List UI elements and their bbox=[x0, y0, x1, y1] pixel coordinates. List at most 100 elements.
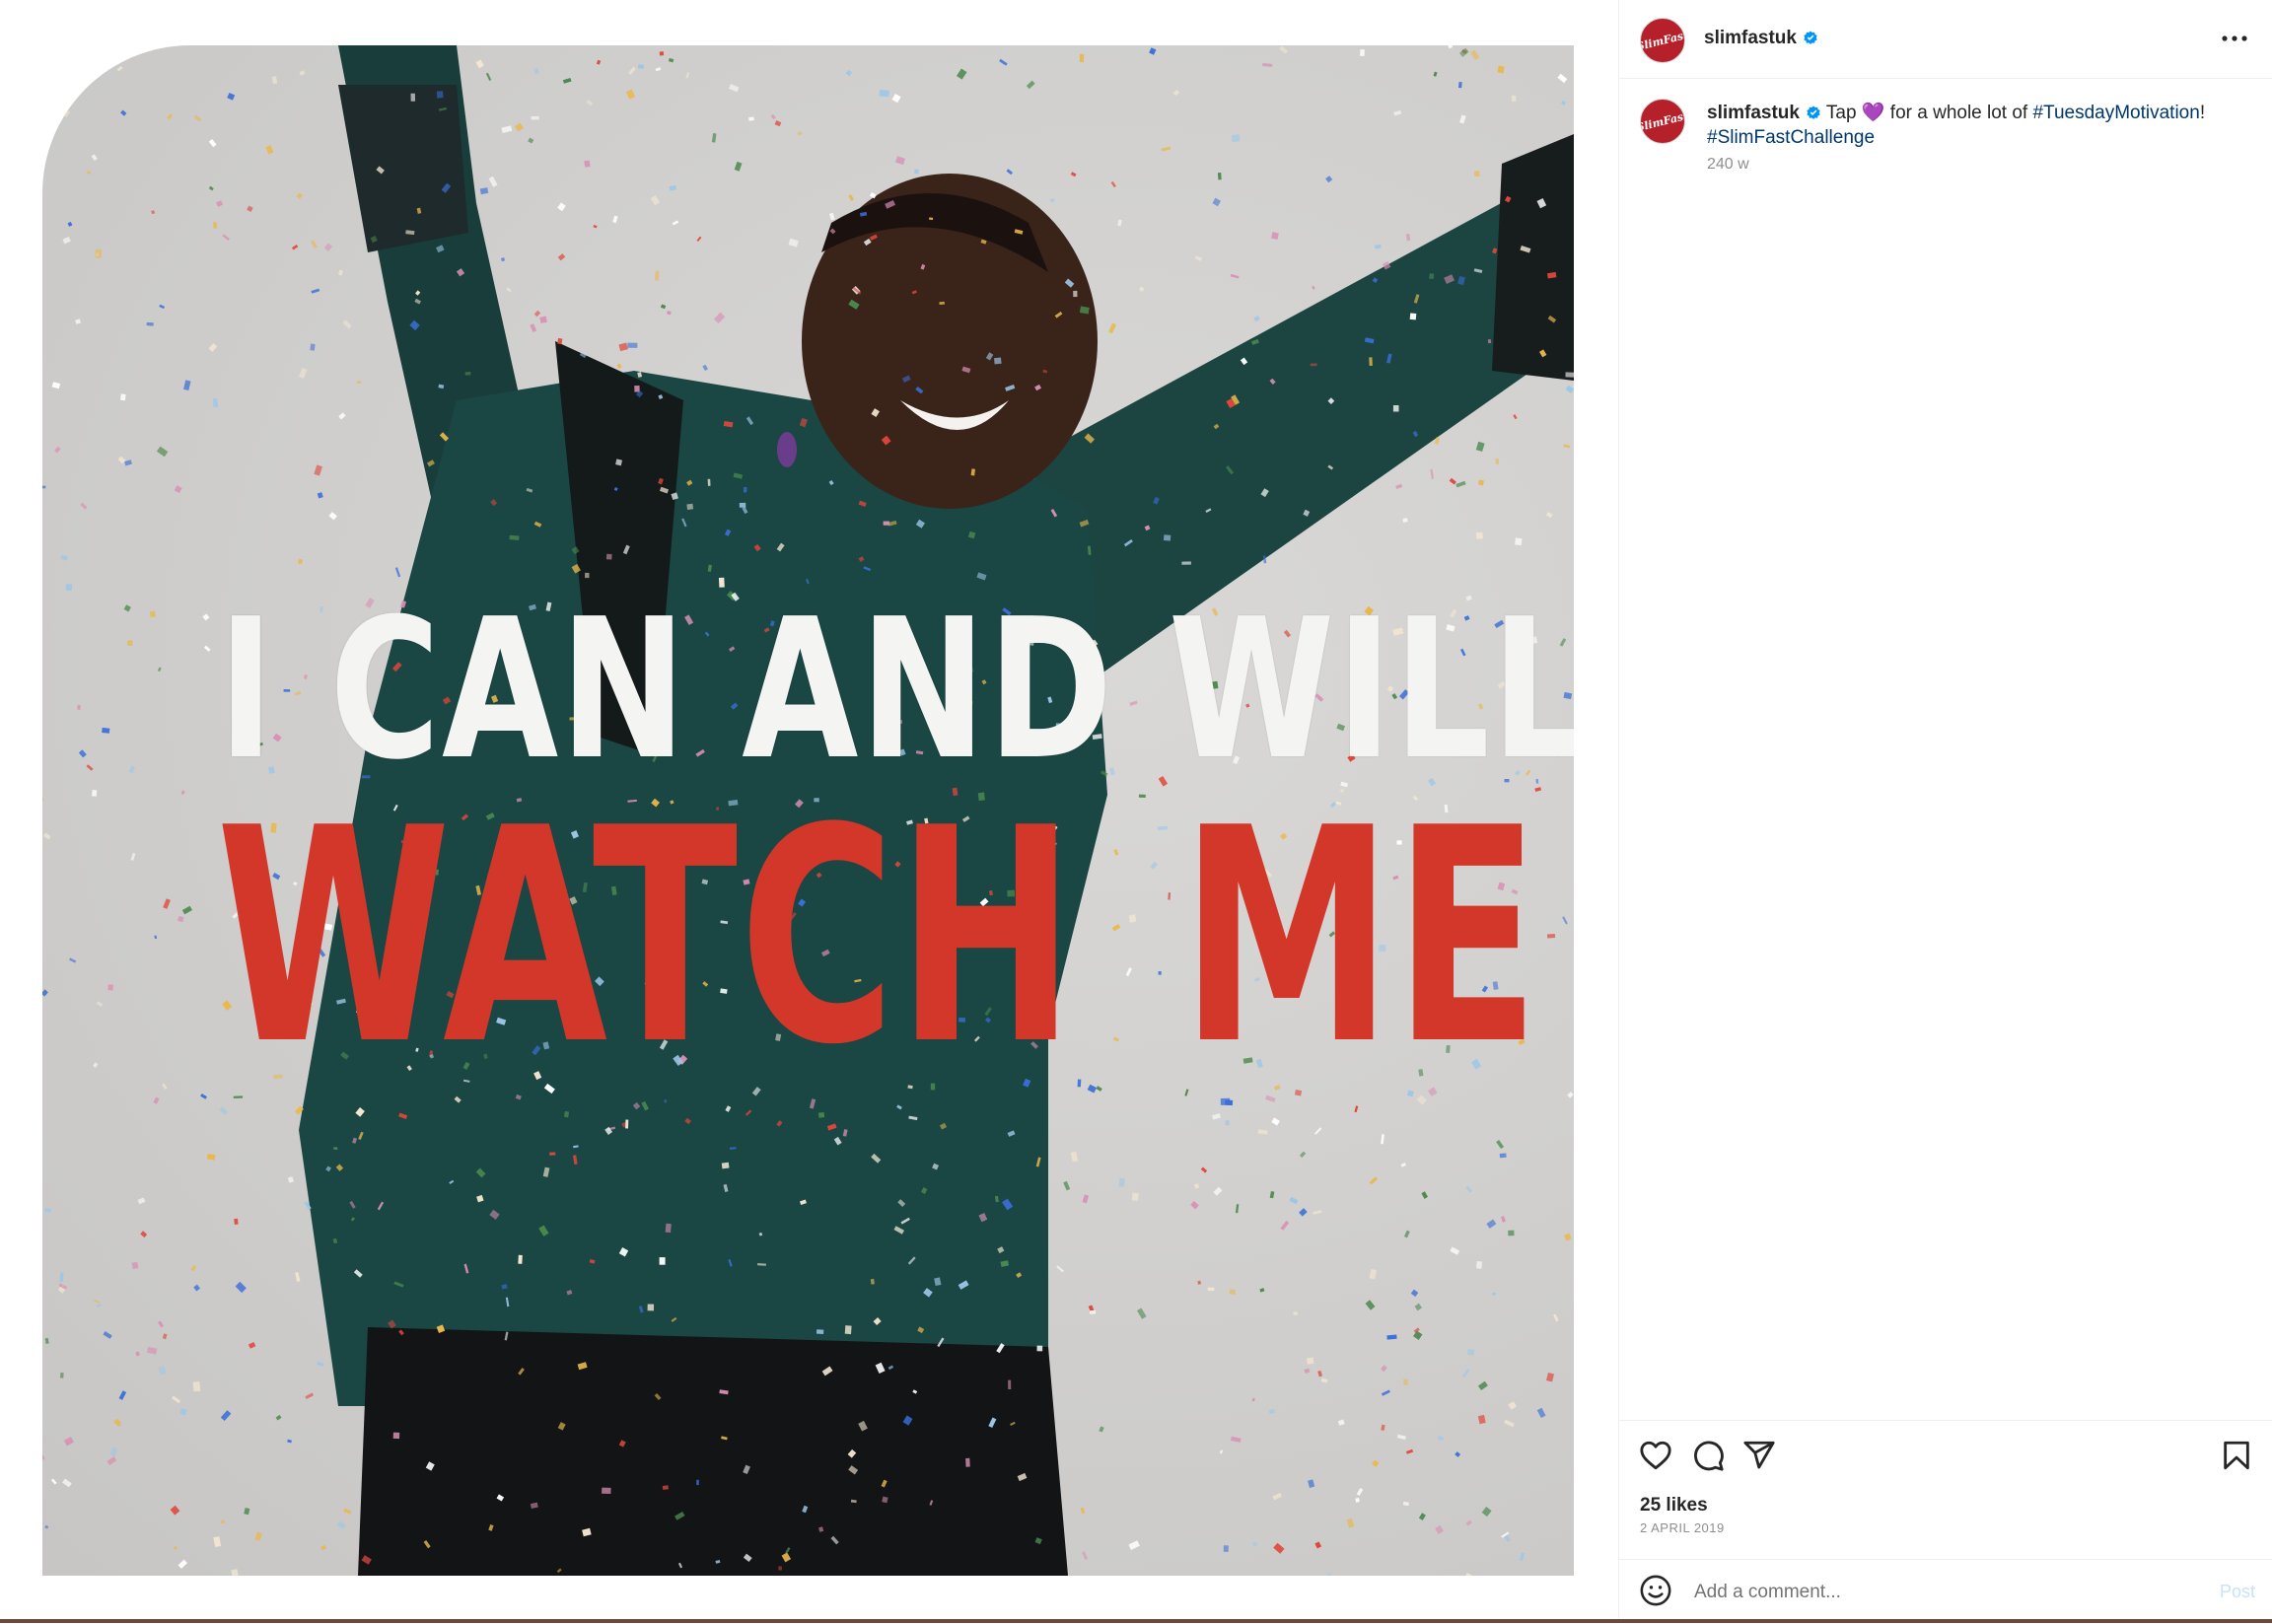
confetti-piece bbox=[602, 1488, 611, 1494]
confetti-piece bbox=[917, 1326, 924, 1333]
confetti-piece bbox=[1386, 1335, 1396, 1340]
confetti-piece bbox=[1397, 1435, 1406, 1440]
confetti-piece bbox=[1293, 1311, 1298, 1315]
confetti-piece bbox=[573, 1145, 579, 1148]
confetti-piece bbox=[324, 244, 332, 251]
confetti-piece bbox=[489, 1210, 499, 1220]
confetti-piece bbox=[908, 1256, 916, 1264]
confetti-piece bbox=[1002, 1199, 1013, 1211]
caption-username[interactable]: slimfastuk bbox=[1707, 103, 1800, 123]
confetti-piece bbox=[486, 73, 492, 81]
confetti-piece bbox=[882, 1497, 888, 1504]
confetti-piece bbox=[549, 1153, 555, 1156]
confetti-piece bbox=[851, 1500, 857, 1503]
heart-icon[interactable] bbox=[1639, 1439, 1672, 1472]
confetti-piece bbox=[305, 1201, 312, 1210]
post-date[interactable]: 2 APRIL 2019 bbox=[1640, 1520, 1725, 1535]
likes-count[interactable]: 25 likes bbox=[1640, 1495, 1708, 1517]
confetti-piece bbox=[777, 543, 785, 552]
bottom-edge-strip bbox=[0, 1619, 2272, 1623]
confetti-piece bbox=[1258, 1129, 1268, 1134]
confetti-piece bbox=[227, 93, 235, 101]
smiley-icon[interactable] bbox=[1639, 1574, 1672, 1607]
confetti-piece bbox=[1071, 1152, 1078, 1162]
confetti-piece bbox=[584, 161, 590, 168]
post-comment-button[interactable]: Post bbox=[2220, 1582, 2255, 1602]
actions-bar: 25 likes 2 APRIL 2019 bbox=[1619, 1420, 2272, 1559]
confetti-piece bbox=[871, 1279, 875, 1285]
comment-input[interactable] bbox=[1692, 1574, 2169, 1611]
confetti-piece bbox=[1520, 246, 1530, 253]
media-panel: I CAN AND WILL. WATCH ME bbox=[0, 0, 1617, 1623]
confetti-piece bbox=[818, 1526, 823, 1532]
confetti-piece bbox=[1435, 437, 1440, 445]
confetti-piece bbox=[1164, 534, 1171, 540]
confetti-piece bbox=[223, 234, 230, 241]
confetti-piece bbox=[138, 1197, 146, 1204]
confetti-piece bbox=[958, 1280, 969, 1289]
confetti-piece bbox=[888, 1366, 893, 1371]
confetti-piece bbox=[961, 367, 970, 374]
confetti-piece bbox=[901, 1218, 910, 1225]
confetti-piece bbox=[859, 556, 865, 562]
confetti-piece bbox=[102, 728, 109, 734]
confetti-piece bbox=[1071, 172, 1077, 177]
confetti-piece bbox=[757, 1263, 766, 1266]
confetti-piece bbox=[702, 365, 708, 371]
confetti-piece bbox=[439, 107, 447, 111]
confetti-piece bbox=[1370, 1176, 1378, 1184]
confetti-piece bbox=[1042, 370, 1047, 374]
confetti-piece bbox=[1562, 916, 1568, 924]
avatar[interactable]: SlimFast bbox=[1640, 18, 1685, 63]
comment-bubble-icon[interactable] bbox=[1691, 1439, 1725, 1472]
confetti-piece bbox=[338, 412, 345, 419]
caption-avatar[interactable]: SlimFast bbox=[1640, 99, 1685, 144]
confetti-piece bbox=[1365, 337, 1375, 343]
confetti-piece bbox=[623, 545, 630, 555]
more-options-button[interactable] bbox=[2218, 22, 2251, 55]
confetti-piece bbox=[162, 1084, 168, 1090]
confetti-piece bbox=[1414, 1304, 1422, 1311]
confetti-piece bbox=[1450, 478, 1456, 485]
confetti-piece bbox=[1132, 1193, 1139, 1202]
confetti-piece bbox=[120, 393, 126, 400]
bookmark-icon[interactable] bbox=[2220, 1439, 2253, 1472]
confetti-piece bbox=[124, 459, 132, 465]
confetti-piece bbox=[1504, 1420, 1515, 1428]
confetti-piece bbox=[678, 1563, 682, 1569]
confetti-piece bbox=[64, 1437, 74, 1446]
confetti-piece bbox=[1311, 364, 1317, 367]
confetti-piece bbox=[557, 1568, 562, 1573]
confetti-piece bbox=[94, 1300, 101, 1304]
username-text[interactable]: slimfastuk bbox=[1704, 28, 1797, 48]
confetti-piece bbox=[994, 358, 1002, 365]
confetti-piece bbox=[978, 1213, 987, 1222]
paper-plane-icon[interactable] bbox=[1742, 1439, 1776, 1472]
confetti-piece bbox=[87, 171, 91, 175]
hashtag-link-tuesdaymotivation[interactable]: #TuesdayMotivation bbox=[2032, 103, 2199, 123]
confetti-piece bbox=[61, 555, 69, 561]
confetti-piece bbox=[1085, 434, 1095, 444]
caption-timestamp[interactable]: 240 w bbox=[1707, 156, 1749, 174]
post-image[interactable]: I CAN AND WILL. WATCH ME bbox=[42, 45, 1574, 1576]
confetti-piece bbox=[639, 1306, 644, 1312]
confetti-piece bbox=[393, 1282, 403, 1288]
confetti-piece bbox=[1338, 1419, 1345, 1425]
confetti-piece bbox=[140, 1231, 147, 1237]
confetti-piece bbox=[1458, 82, 1462, 88]
confetti-piece bbox=[1403, 1502, 1409, 1506]
confetti-piece bbox=[995, 1196, 999, 1203]
confetti-piece bbox=[1360, 49, 1365, 56]
confetti-piece bbox=[231, 1569, 239, 1576]
confetti-piece bbox=[1080, 1508, 1085, 1515]
confetti-piece bbox=[1289, 1197, 1298, 1204]
confetti-piece bbox=[957, 68, 967, 79]
confetti-piece bbox=[800, 1200, 807, 1205]
confetti-piece bbox=[1410, 313, 1417, 319]
confetti-piece bbox=[1450, 1247, 1459, 1255]
hashtag-link-slimfastchallenge[interactable]: #SlimFastChallenge bbox=[1707, 127, 1875, 148]
confetti-piece bbox=[371, 236, 378, 243]
header-username[interactable]: slimfastuk bbox=[1704, 28, 1818, 49]
confetti-piece bbox=[658, 394, 663, 399]
confetti-piece bbox=[54, 447, 60, 454]
